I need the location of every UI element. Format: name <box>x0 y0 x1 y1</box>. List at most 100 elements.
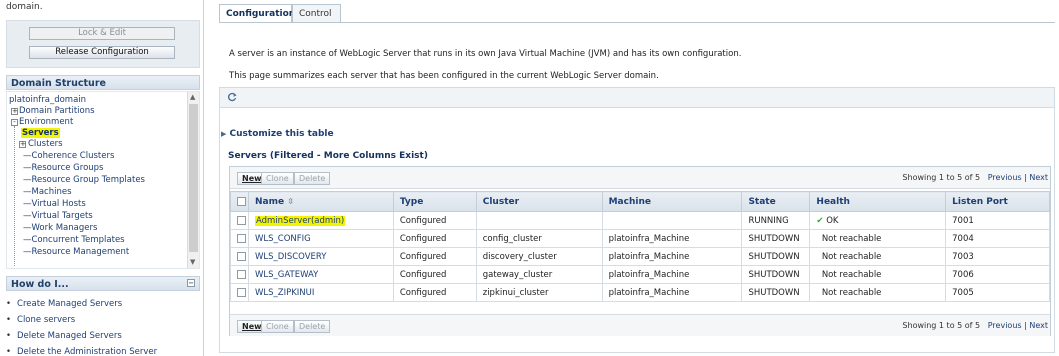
collapse-icon[interactable]: - <box>11 119 18 126</box>
row-checkbox[interactable] <box>237 251 246 261</box>
health-cell: Not reachable <box>809 247 947 266</box>
tree-item-resource-groups[interactable]: —Resource Groups <box>23 163 104 173</box>
listen-port-cell: 7003 <box>945 247 1050 266</box>
left-sidebar: domain. Lock & Edit Release Configuratio… <box>0 0 204 356</box>
machine-cell: platoinfra_Machine <box>601 265 743 284</box>
how-do-i-title: How do I... <box>11 279 69 290</box>
column-header-state[interactable]: State <box>741 191 811 212</box>
minimize-icon[interactable]: − <box>187 279 195 287</box>
type-cell: Configured <box>392 265 477 284</box>
triangle-right-icon: ▶ <box>221 130 227 138</box>
release-configuration-button[interactable]: Release Configuration <box>29 46 175 59</box>
machine-cell: platoinfra_Machine <box>601 229 743 248</box>
table-header-row: Name ⇳ Type Cluster Machine State Health… <box>230 191 1050 212</box>
tree-item-domain-partitions[interactable]: Domain Partitions <box>19 106 95 116</box>
type-cell: Configured <box>392 283 477 302</box>
paging-info: Showing 1 to 5 of 5 Previous | Next <box>902 321 1048 330</box>
clone-button[interactable]: Clone <box>261 320 294 333</box>
previous-link[interactable]: Previous <box>988 321 1022 330</box>
tree-item-machines[interactable]: —Machines <box>23 187 72 197</box>
how-item-clone-servers[interactable]: Clone servers <box>6 313 157 329</box>
main-content: Configuration Control A server is an ins… <box>205 0 1059 356</box>
column-header-listen-port[interactable]: Listen Port <box>945 191 1050 212</box>
row-select-cell[interactable] <box>230 247 249 266</box>
type-cell: Configured <box>392 229 477 248</box>
machine-cell: platoinfra_Machine <box>601 247 743 266</box>
machine-cell <box>601 211 743 230</box>
domain-tree: platoinfra_domain + Domain Partitions - … <box>6 91 200 269</box>
server-name-link[interactable]: WLS_CONFIG <box>255 234 311 244</box>
description-line-1: A server is an instance of WebLogic Serv… <box>229 49 742 59</box>
tab-configuration[interactable]: Configuration <box>219 4 295 23</box>
tree-item-virtual-hosts[interactable]: —Virtual Hosts <box>23 199 86 209</box>
how-item-delete-managed-servers[interactable]: Delete Managed Servers <box>6 329 157 345</box>
delete-button[interactable]: Delete <box>294 172 331 185</box>
customize-table-link[interactable]: ▶ Customize this table <box>221 129 334 139</box>
tree-item-coherence-clusters[interactable]: —Coherence Clusters <box>23 151 114 161</box>
how-item-create-managed-servers[interactable]: Create Managed Servers <box>6 297 157 313</box>
scroll-thumb[interactable] <box>189 104 198 252</box>
column-header-type[interactable]: Type <box>392 191 477 212</box>
column-header-health[interactable]: Health <box>809 191 947 212</box>
tree-scrollbar[interactable]: ▲ ▼ <box>187 92 199 268</box>
previous-link[interactable]: Previous <box>988 173 1022 182</box>
description-line-2: This page summarizes each server that ha… <box>229 71 659 81</box>
listen-port-cell: 7006 <box>945 265 1050 284</box>
row-checkbox[interactable] <box>237 287 246 297</box>
server-name-link[interactable]: WLS_GATEWAY <box>255 270 318 280</box>
server-name-link[interactable]: WLS_ZIPKINUI <box>255 288 314 298</box>
tab-divider <box>219 22 1055 23</box>
expand-icon[interactable]: + <box>11 108 18 115</box>
table-toolbar-top: New Clone Delete Showing 1 to 5 of 5 Pre… <box>230 167 1050 189</box>
state-cell: SHUTDOWN <box>741 229 811 248</box>
delete-button[interactable]: Delete <box>294 320 331 333</box>
row-select-cell[interactable] <box>230 229 249 248</box>
scroll-up-icon[interactable]: ▲ <box>190 93 195 101</box>
table-toolbar-bottom: New Clone Delete Showing 1 to 5 of 5 Pre… <box>230 314 1050 336</box>
how-item-delete-admin-server[interactable]: Delete the Administration Server <box>6 345 157 356</box>
tree-item-concurrent-templates[interactable]: —Concurrent Templates <box>23 235 125 245</box>
select-all-cell[interactable] <box>230 191 249 212</box>
lock-edit-button[interactable]: Lock & Edit <box>29 27 175 40</box>
tree-item-resource-management[interactable]: —Resource Management <box>23 247 129 257</box>
tree-item-virtual-targets[interactable]: —Virtual Targets <box>23 211 93 221</box>
row-select-cell[interactable] <box>230 211 249 230</box>
tab-control[interactable]: Control <box>292 4 341 23</box>
table-row: WLS_CONFIG Configured config_cluster pla… <box>230 229 1050 248</box>
scroll-down-icon[interactable]: ▼ <box>190 258 195 266</box>
tree-item-servers[interactable]: Servers <box>21 128 60 138</box>
server-name-link[interactable]: AdminServer(admin) <box>254 215 346 226</box>
health-cell: Not reachable <box>809 283 947 302</box>
type-cell: Configured <box>392 211 477 230</box>
tree-item-clusters[interactable]: Clusters <box>28 139 63 149</box>
row-checkbox[interactable] <box>237 269 246 279</box>
health-cell: ✔ OK <box>809 211 947 230</box>
machine-cell: platoinfra_Machine <box>601 283 743 302</box>
table-row: WLS_GATEWAY Configured gateway_cluster p… <box>230 265 1050 284</box>
tree-item-root[interactable]: platoinfra_domain <box>9 95 86 105</box>
expand-icon[interactable]: + <box>19 141 26 148</box>
next-link[interactable]: Next <box>1029 173 1048 182</box>
clone-button[interactable]: Clone <box>261 172 294 185</box>
tree-item-work-managers[interactable]: —Work Managers <box>23 223 97 233</box>
row-checkbox[interactable] <box>237 233 246 243</box>
tree-item-environment[interactable]: Environment <box>19 117 73 127</box>
column-header-name[interactable]: Name ⇳ <box>247 191 394 212</box>
server-name-cell: WLS_GATEWAY <box>247 265 394 284</box>
column-header-machine[interactable]: Machine <box>601 191 743 212</box>
domain-structure-header: Domain Structure <box>6 75 200 90</box>
refresh-icon[interactable] <box>227 92 237 102</box>
select-all-checkbox[interactable] <box>237 196 246 206</box>
server-name-link[interactable]: WLS_DISCOVERY <box>255 252 326 262</box>
next-link[interactable]: Next <box>1029 321 1048 330</box>
sort-icon[interactable]: ⇳ <box>287 197 294 206</box>
column-header-cluster[interactable]: Cluster <box>475 191 603 212</box>
row-select-cell[interactable] <box>230 265 249 284</box>
tree-item-resource-group-templates[interactable]: —Resource Group Templates <box>23 175 145 185</box>
row-checkbox[interactable] <box>237 215 246 225</box>
row-select-cell[interactable] <box>230 283 249 302</box>
table-row: WLS_DISCOVERY Configured discovery_clust… <box>230 247 1050 266</box>
state-cell: SHUTDOWN <box>741 283 811 302</box>
listen-port-cell: 7004 <box>945 229 1050 248</box>
type-cell: Configured <box>392 247 477 266</box>
